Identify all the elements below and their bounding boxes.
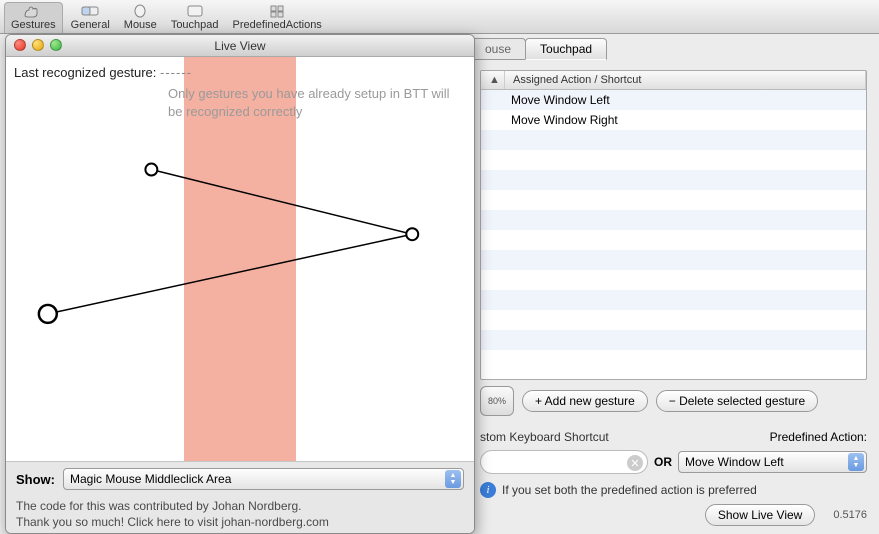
show-mode-select[interactable]: Magic Mouse Middleclick Area ▲▼ [63,468,464,490]
minimize-icon[interactable] [32,39,44,51]
select-arrows-icon: ▲▼ [848,453,864,471]
table-row[interactable] [481,250,866,270]
show-label: Show: [16,472,55,487]
info-text: If you set both the predefined action is… [502,483,757,497]
actions-table: ▲ Assigned Action / Shortcut Move Window… [480,70,867,380]
keyboard-shortcut-input[interactable]: ✕ [480,450,648,474]
mouse-icon [129,3,151,19]
tab-mouse[interactable]: ouse [470,38,526,60]
toolbar-label: Touchpad [171,19,219,31]
gesture-path [6,57,474,461]
table-header: ▲ Assigned Action / Shortcut [481,71,866,90]
gestures-icon [22,3,44,19]
tab-touchpad[interactable]: Touchpad [525,38,607,60]
toolbar-item-predefined[interactable]: PredefinedActions [227,3,328,33]
sort-indicator[interactable]: ▲ [481,71,505,89]
delete-gesture-button[interactable]: − Delete selected gesture [656,390,818,412]
toolbar-label: Mouse [124,19,157,31]
table-row[interactable] [481,150,866,170]
toolbar-label: PredefinedActions [233,19,322,31]
live-view-window: Live View Last recognized gesture: -----… [5,34,475,534]
table-row[interactable] [481,210,866,230]
live-view-title: Live View [214,39,265,53]
predefined-icon [266,3,288,19]
credit-text: The code for this was contributed by Joh… [16,498,464,530]
trackpad-preview-icon: 80% [480,386,514,416]
table-row[interactable] [481,270,866,290]
cell-action: Move Window Left [505,93,866,107]
table-row[interactable] [481,170,866,190]
predefined-action-value: Move Window Left [685,455,784,469]
table-row[interactable] [481,230,866,250]
show-mode-value: Magic Mouse Middleclick Area [70,472,231,486]
table-row[interactable] [481,310,866,330]
table-row[interactable] [481,290,866,310]
add-gesture-button[interactable]: + Add new gesture [522,390,648,412]
toolbar-item-general[interactable]: General [65,3,116,33]
column-header-action[interactable]: Assigned Action / Shortcut [505,71,866,89]
or-label: OR [654,455,672,469]
clear-shortcut-button[interactable]: ✕ [627,455,643,471]
switch-icon [79,3,101,19]
toolbar-item-mouse[interactable]: Mouse [118,3,163,33]
toolbar-label: Gestures [11,19,56,31]
keyboard-shortcut-label: stom Keyboard Shortcut [480,430,609,444]
table-body: Move Window Left Move Window Right [481,90,866,370]
table-row[interactable]: Move Window Left [481,90,866,110]
show-live-view-button[interactable]: Show Live View [705,504,816,526]
version-label: 0.5176 [833,509,867,521]
table-row[interactable] [481,350,866,370]
table-row[interactable]: Move Window Right [481,110,866,130]
touchpad-icon [184,3,206,19]
close-icon[interactable] [14,39,26,51]
gesture-canvas[interactable]: Last recognized gesture: ------ Only ges… [6,57,474,461]
cell-action: Move Window Right [505,113,866,127]
live-view-titlebar[interactable]: Live View [6,35,474,57]
info-icon: i [480,482,496,498]
table-row[interactable] [481,130,866,150]
table-row[interactable] [481,190,866,210]
select-arrows-icon: ▲▼ [445,470,461,488]
toolbar-label: General [71,19,110,31]
main-toolbar: Gestures General Mouse Touchpad Predefin… [0,0,879,34]
toolbar-item-gestures[interactable]: Gestures [4,2,63,33]
predefined-action-label: Predefined Action: [770,430,867,444]
predefined-action-select[interactable]: Move Window Left ▲▼ [678,451,867,473]
toolbar-item-touchpad[interactable]: Touchpad [165,3,225,33]
zoom-icon[interactable] [50,39,62,51]
table-row[interactable] [481,330,866,350]
credit-link[interactable]: Thank you so much! Click here to visit j… [16,514,464,530]
